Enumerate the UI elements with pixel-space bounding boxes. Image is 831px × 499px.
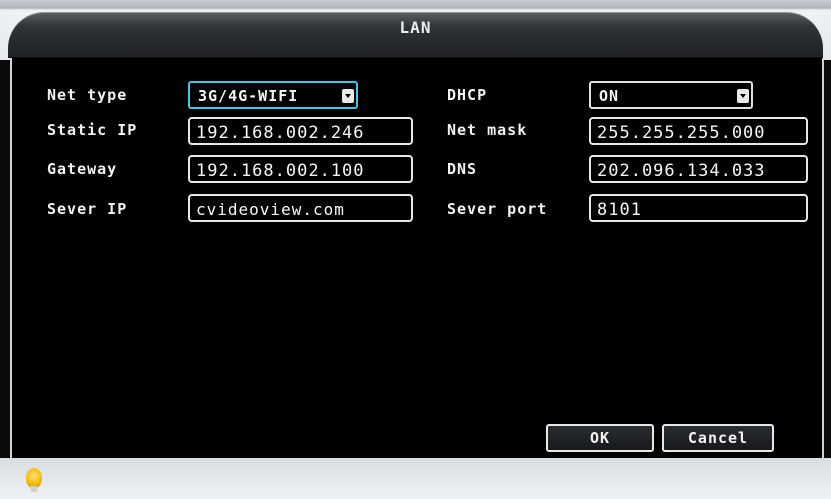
- net-type-label: Net type: [47, 86, 128, 104]
- server-ip-label: Sever IP: [47, 200, 128, 218]
- gateway-label: Gateway: [47, 160, 118, 178]
- status-bar: [0, 458, 831, 499]
- dhcp-value: ON: [599, 87, 620, 105]
- server-port-label: Sever port: [447, 200, 548, 218]
- server-port-field[interactable]: 8101: [589, 194, 808, 222]
- dropdown-arrow-icon: [737, 89, 749, 103]
- dns-label: DNS: [447, 160, 478, 178]
- cancel-button[interactable]: Cancel: [662, 424, 774, 452]
- server-ip-field[interactable]: cvideoview.com: [188, 194, 413, 222]
- dropdown-arrow-icon: [342, 89, 354, 103]
- net-mask-label: Net mask: [447, 121, 528, 139]
- lightbulb-icon: [26, 468, 42, 492]
- dhcp-select[interactable]: ON: [589, 81, 753, 109]
- ok-button[interactable]: OK: [546, 424, 654, 452]
- static-ip-label: Static IP: [47, 121, 138, 139]
- gateway-field[interactable]: 192.168.002.100: [188, 155, 413, 183]
- dhcp-label: DHCP: [447, 86, 488, 104]
- static-ip-field[interactable]: 192.168.002.246: [188, 117, 413, 145]
- dns-field[interactable]: 202.096.134.033: [589, 155, 808, 183]
- net-type-value: 3G/4G-WIFI: [198, 87, 299, 105]
- net-type-select[interactable]: 3G/4G-WIFI: [188, 81, 358, 109]
- net-mask-field[interactable]: 255.255.255.000: [589, 117, 808, 145]
- window-title: LAN: [399, 18, 432, 37]
